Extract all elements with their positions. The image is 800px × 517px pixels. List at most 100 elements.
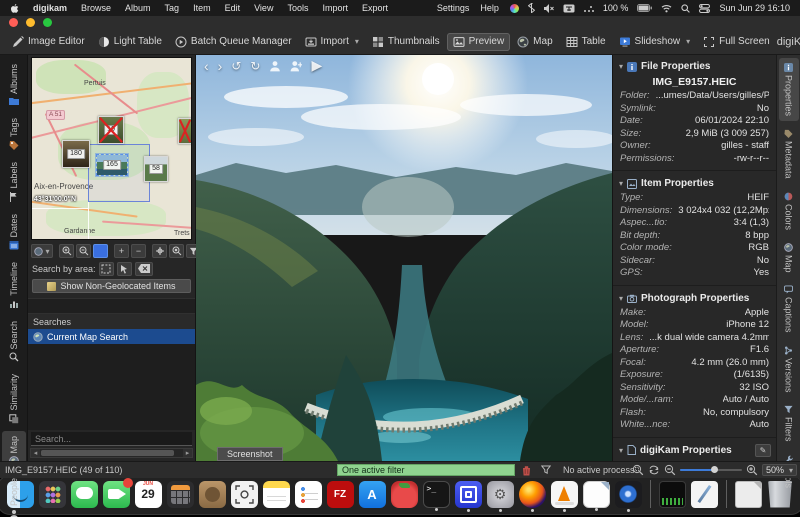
map-zoom-out-button[interactable] <box>76 244 91 258</box>
thumbnails-button[interactable]: Thumbnails <box>366 33 446 51</box>
dock-system-settings-icon[interactable]: ⚙ <box>487 481 514 508</box>
scrollbar-thumb[interactable] <box>41 450 174 456</box>
menu-settings[interactable]: Settings <box>437 3 470 13</box>
active-filter-indicator[interactable]: One active filter <box>337 464 515 476</box>
dock-calendar-icon[interactable]: JUN 29 <box>135 481 162 508</box>
menu-view[interactable]: View <box>254 3 273 13</box>
menu-export[interactable]: Export <box>362 3 388 13</box>
collapse-caret-icon[interactable]: ▾ <box>619 179 623 188</box>
map-button[interactable]: Map <box>511 33 558 51</box>
dock-document-icon[interactable] <box>735 481 762 508</box>
slideshow-button[interactable]: Slideshow ▾ <box>613 33 697 51</box>
current-map-search-item[interactable]: Current Map Search <box>28 329 195 344</box>
menu-tag[interactable]: Tag <box>165 3 180 13</box>
horizontal-scrollbar[interactable]: ◂ ▸ <box>30 448 193 458</box>
dock-photo-app-icon[interactable] <box>199 481 226 508</box>
map-thumbnail-cluster[interactable]: 10 <box>98 116 124 144</box>
map-zoom-minus-button[interactable]: − <box>131 244 146 258</box>
dock-reminders-icon[interactable] <box>295 481 322 508</box>
digikam-properties-header[interactable]: ▾ digiKam Properties <box>613 441 776 459</box>
sidebar-tab-search[interactable]: Search <box>2 316 26 368</box>
dock-filezilla-icon[interactable]: FZ <box>327 481 354 508</box>
sidebar-tab-labels[interactable]: Labels <box>2 157 26 207</box>
collapse-caret-icon[interactable]: ▾ <box>619 294 623 303</box>
input-source-icon[interactable] <box>563 4 575 13</box>
scroll-right-arrow[interactable]: ▸ <box>183 449 192 457</box>
dock-facetime-icon[interactable] <box>103 481 130 508</box>
map-pan-mode-button[interactable] <box>93 244 108 258</box>
map-thumbnail-cluster[interactable]: 58 <box>144 156 168 182</box>
show-face-tags-button[interactable] <box>290 60 302 72</box>
previous-image-button[interactable]: ‹ <box>204 58 209 74</box>
control-center-icon[interactable] <box>699 4 710 13</box>
next-image-button[interactable]: › <box>218 58 223 74</box>
sidebar-tab-similarity[interactable]: Similarity <box>2 369 26 429</box>
zoom-out-button[interactable] <box>664 464 676 476</box>
wifi-icon[interactable] <box>661 4 672 13</box>
sidebar-tab-tags[interactable]: Tags <box>2 113 26 155</box>
right-tab-metadata[interactable]: Metadata <box>779 124 799 184</box>
collapse-caret-icon[interactable]: ▾ <box>619 446 623 455</box>
dock-messages-icon[interactable] <box>71 481 98 508</box>
dock-minimized-textedit-window[interactable] <box>691 481 718 508</box>
slideshow-play-button[interactable]: ▶ <box>311 57 322 74</box>
dock-launchpad-icon[interactable] <box>39 481 66 508</box>
map-fit-markers-button[interactable] <box>152 244 167 258</box>
dock-firefox-icon[interactable] <box>519 481 546 508</box>
map-thumbnail-cluster[interactable] <box>178 118 192 144</box>
sidebar-tab-people[interactable]: People <box>2 473 26 517</box>
menu-item[interactable]: Item <box>193 3 211 13</box>
map-zoom-plus-button[interactable]: + <box>114 244 129 258</box>
menu-edit[interactable]: Edit <box>225 3 241 13</box>
select-region-button[interactable] <box>99 262 114 276</box>
right-tab-filters[interactable]: Filters <box>779 400 799 447</box>
zoom-in-button[interactable] <box>746 464 758 476</box>
edit-properties-button[interactable]: ✎ <box>755 444 771 457</box>
right-tab-colors[interactable]: Colors <box>779 187 799 235</box>
menu-digikam[interactable]: digikam <box>33 3 67 13</box>
zoom-percent-select[interactable]: 50% ▾ <box>762 464 797 476</box>
right-tab-versions[interactable]: Versions <box>779 341 799 398</box>
apple-menu-icon[interactable] <box>10 3 21 14</box>
menu-album[interactable]: Album <box>125 3 151 13</box>
filters-menu-button[interactable] <box>539 464 553 476</box>
rotate-right-button[interactable]: ↻ <box>250 59 260 73</box>
dock-screenshot-icon[interactable] <box>231 481 258 508</box>
menu-browse[interactable]: Browse <box>81 3 111 13</box>
item-properties-header[interactable]: ▾ Item Properties <box>613 174 776 192</box>
color-wheel-icon[interactable] <box>510 4 519 13</box>
search-input[interactable]: Search... <box>31 432 192 446</box>
photograph-properties-header[interactable]: ▾ Photograph Properties <box>613 289 776 307</box>
dock-digikam-icon[interactable] <box>615 481 642 508</box>
bluetooth-icon[interactable] <box>528 3 535 13</box>
import-dropdown-icon[interactable]: ▾ <box>355 37 359 46</box>
image-editor-button[interactable]: Image Editor <box>6 33 91 51</box>
zoom-window-button[interactable] <box>43 18 52 27</box>
file-properties-header[interactable]: ▾ File Properties <box>613 57 776 75</box>
dock-strawberry-icon[interactable] <box>391 481 418 508</box>
map-thumbnail-cluster-selected[interactable]: 165 <box>96 154 128 176</box>
rotate-left-button[interactable]: ↺ <box>231 59 241 73</box>
minimize-window-button[interactable] <box>26 18 35 27</box>
sidebar-tab-dates[interactable]: Dates <box>2 209 26 256</box>
menu-tools[interactable]: Tools <box>287 3 308 13</box>
dock-vlc-icon[interactable] <box>551 481 578 508</box>
dock-libreoffice-icon[interactable] <box>583 481 610 508</box>
fit-to-window-button[interactable] <box>632 464 644 476</box>
image-preview-area[interactable]: ‹ › ↺ ↻ ▶ Screenshot <box>196 55 612 461</box>
full-screen-button[interactable]: Full Screen <box>697 33 776 51</box>
searches-list-area[interactable] <box>28 344 195 430</box>
battery-icon[interactable] <box>637 4 652 12</box>
dock-calculator-icon[interactable] <box>167 481 194 508</box>
close-window-button[interactable] <box>9 18 18 27</box>
menubar-clock[interactable]: Sun Jun 29 16:10 <box>719 3 790 13</box>
menu-help[interactable]: Help <box>480 3 499 13</box>
sidebar-tab-timeline[interactable]: Timeline <box>2 257 26 314</box>
dock-remote-desktop-icon[interactable] <box>455 481 482 508</box>
clear-selection-button[interactable] <box>135 262 153 276</box>
collapse-caret-icon[interactable]: ▾ <box>619 62 623 71</box>
map-thumbnail-cluster[interactable]: 180 <box>62 140 90 168</box>
volume-muted-icon[interactable] <box>544 4 554 13</box>
map-view[interactable]: Pertuis A 51 Aix-en-Provence Gardanne Tr… <box>31 57 192 240</box>
batch-queue-manager-button[interactable]: Batch Queue Manager <box>169 33 298 51</box>
